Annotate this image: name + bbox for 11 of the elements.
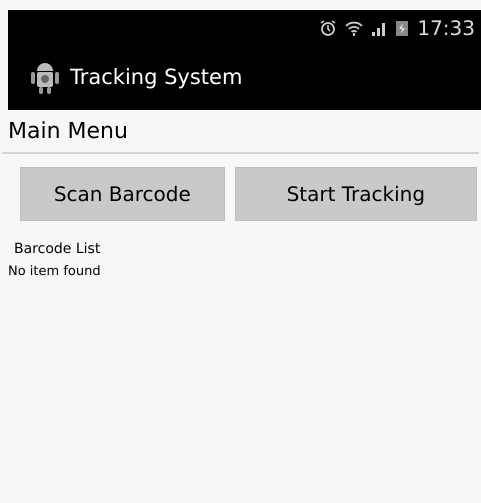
app-title: Tracking System <box>70 64 242 91</box>
empty-list-message: No item found <box>8 263 102 281</box>
android-robot-icon <box>30 60 60 94</box>
action-button[interactable]: Start Tracking <box>234 167 477 221</box>
alarm-clock-icon <box>319 18 338 36</box>
wifi-icon <box>345 18 364 36</box>
battery-icon <box>395 20 410 36</box>
clock-time: 17:33 <box>417 18 475 38</box>
list-label: Barcode List <box>14 240 102 259</box>
screen-title: Main Menu <box>8 118 129 146</box>
action-button[interactable]: Scan Barcode <box>20 167 225 221</box>
